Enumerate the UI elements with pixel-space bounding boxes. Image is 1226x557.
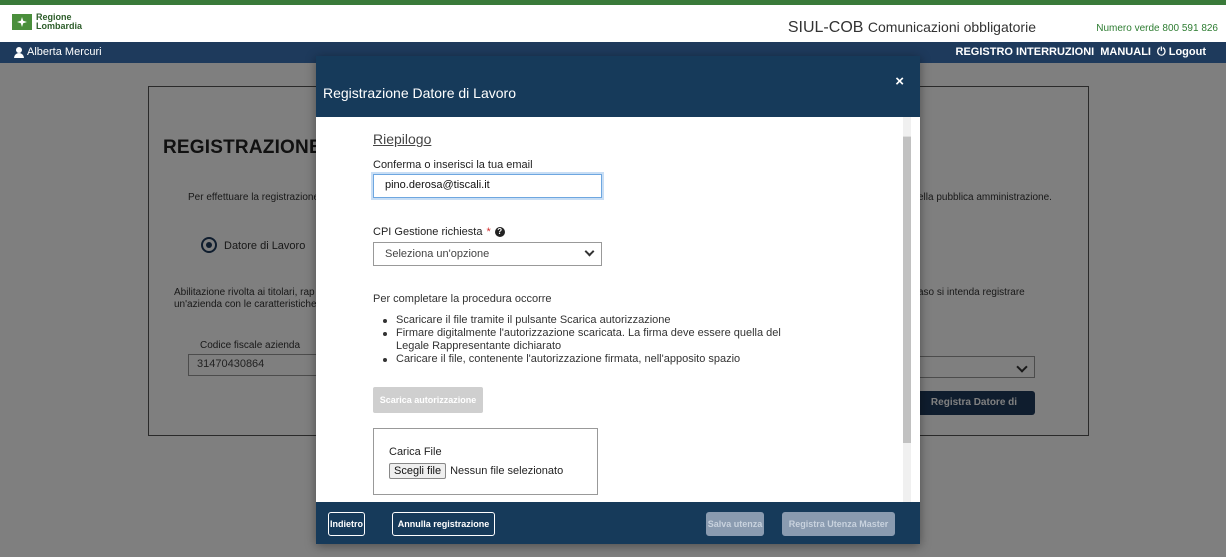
nav-registro-interruzioni[interactable]: REGISTRO INTERRUZIONI xyxy=(956,46,1095,59)
file-input[interactable]: Scegli file Nessun file selezionato xyxy=(389,463,563,479)
logout-label: Logout xyxy=(1168,46,1206,58)
register-master-button[interactable]: Registra Utenza Master xyxy=(782,512,895,536)
procedure-steps: Scaricare il file tramite il pulsante Sc… xyxy=(373,314,803,366)
procedure-intro: Per completare la procedura occorre xyxy=(373,293,552,305)
region-logo[interactable]: Regione Lombardia xyxy=(12,13,82,31)
choose-file-button[interactable]: Scegli file xyxy=(389,463,447,479)
back-button[interactable]: Indietro xyxy=(328,512,365,536)
modal-header: Registrazione Datore di Lavoro × xyxy=(316,56,920,117)
toll-free-number: Numero verde 800 591 826 xyxy=(1096,23,1218,34)
modal-footer: Indietro Annulla registrazione Salva ute… xyxy=(316,502,920,544)
procedure-step: Caricare il file, contenente l'autorizza… xyxy=(373,353,803,366)
upload-box: Carica File Scegli file Nessun file sele… xyxy=(373,428,598,495)
app-name: SIUL-COB xyxy=(787,19,864,36)
user-name: Alberta Mercuri xyxy=(27,46,102,58)
user-icon xyxy=(14,46,24,58)
modal-scrollbar-thumb[interactable] xyxy=(903,117,911,443)
help-icon[interactable]: ? xyxy=(494,227,505,237)
cpi-label: CPI Gestione richiesta * ? xyxy=(373,226,505,238)
required-asterisk: * xyxy=(486,226,491,238)
user-info: Alberta Mercuri xyxy=(14,46,102,58)
modal-title: Registrazione Datore di Lavoro xyxy=(323,85,516,101)
logo-line2: Lombardia xyxy=(36,21,83,31)
procedure-step: Scaricare il file tramite il pulsante Sc… xyxy=(373,314,803,327)
logout-link[interactable]: ⏻ Logout xyxy=(1157,46,1206,59)
download-authorization-button[interactable]: Scarica autorizzazione xyxy=(373,387,483,413)
cpi-label-text: CPI Gestione richiesta xyxy=(373,226,483,238)
save-user-button[interactable]: Salva utenza xyxy=(706,512,764,536)
app-subtitle: Comunicazioni obbligatorie xyxy=(867,19,1036,35)
scroll-up-arrow[interactable] xyxy=(903,117,911,137)
registration-modal: Registrazione Datore di Lavoro × Riepilo… xyxy=(316,56,920,544)
region-logo-icon xyxy=(12,14,32,30)
close-icon[interactable]: × xyxy=(895,73,904,90)
email-label: Conferma o inserisci la tua email xyxy=(373,159,533,171)
no-file-text: Nessun file selezionato xyxy=(450,465,564,477)
riepilogo-heading: Riepilogo xyxy=(373,131,432,147)
procedure-step: Firmare digitalmente l'autorizzazione sc… xyxy=(373,327,803,353)
cancel-registration-button[interactable]: Annulla registrazione xyxy=(392,512,495,536)
nav-manuali[interactable]: MANUALI xyxy=(1100,46,1151,59)
email-input[interactable]: pino.derosa@tiscali.it xyxy=(373,174,602,198)
app-title: SIUL-COB Comunicazioni obbligatorie xyxy=(788,19,1036,37)
cpi-select[interactable]: Seleziona un'opzione xyxy=(373,242,602,266)
cpi-select-value: Seleziona un'opzione xyxy=(385,248,490,260)
nav-links: REGISTRO INTERRUZIONI MANUALI ⏻ Logout xyxy=(956,46,1206,59)
top-header: Regione Lombardia SIUL-COB Comunicazioni… xyxy=(0,0,1226,42)
chevron-down-icon xyxy=(584,246,595,257)
upload-label: Carica File xyxy=(389,446,442,458)
